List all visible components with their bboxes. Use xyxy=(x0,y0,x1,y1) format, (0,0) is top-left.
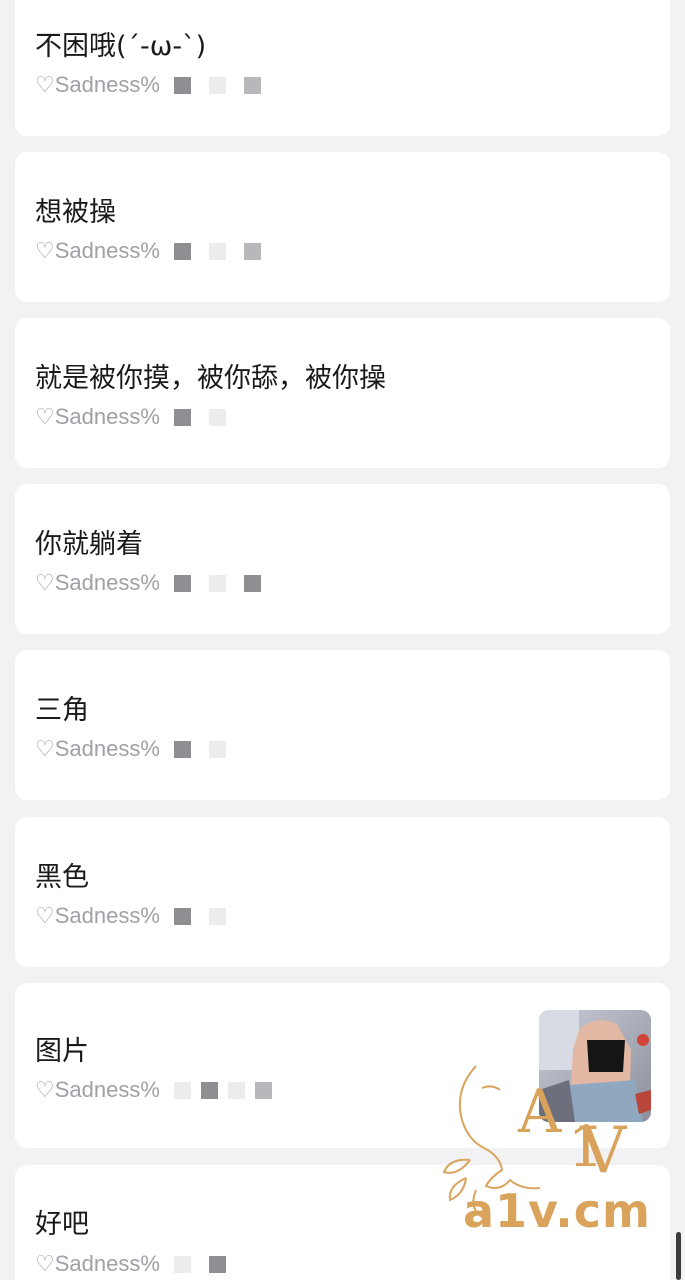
message-meta: ♡Sadness% xyxy=(35,1077,272,1103)
message-title: 三角 xyxy=(35,695,89,726)
message-meta: ♡Sadness% xyxy=(35,570,261,596)
message-card[interactable]: 黑色 ♡Sadness% xyxy=(15,817,670,967)
message-title: 你就躺着 xyxy=(35,529,143,560)
censored-mosaic xyxy=(173,574,261,592)
svg-text:V: V xyxy=(579,1114,628,1188)
censored-mosaic xyxy=(173,408,226,426)
author-name: ♡Sadness% xyxy=(35,736,160,761)
message-title: 不困哦(´-ω-`) xyxy=(35,31,207,62)
message-title: 图片 xyxy=(35,1036,89,1067)
author-name: ♡Sadness% xyxy=(35,238,160,263)
message-card[interactable]: 三角 ♡Sadness% xyxy=(15,650,670,800)
message-card[interactable]: 就是被你摸，被你舔，被你操 ♡Sadness% xyxy=(15,318,670,468)
message-list: 不困哦(´-ω-`) ♡Sadness% 想被操 ♡Sadness% 就是被你摸… xyxy=(0,0,685,1280)
message-meta: ♡Sadness% xyxy=(35,903,226,929)
message-card[interactable]: 你就躺着 ♡Sadness% xyxy=(15,484,670,634)
message-card[interactable]: 想被操 ♡Sadness% xyxy=(15,152,670,302)
message-title: 就是被你摸，被你舔，被你操 xyxy=(35,363,386,394)
author-name: ♡Sadness% xyxy=(35,570,160,595)
author-name: ♡Sadness% xyxy=(35,903,160,928)
message-title: 想被操 xyxy=(35,197,116,228)
censored-mosaic xyxy=(173,907,226,925)
message-title: 好吧 xyxy=(35,1209,89,1240)
censored-mosaic xyxy=(173,242,261,260)
censored-mosaic xyxy=(173,740,226,758)
message-meta: ♡Sadness% xyxy=(35,238,261,264)
author-name: ♡Sadness% xyxy=(35,72,160,97)
message-meta: ♡Sadness% xyxy=(35,1251,226,1277)
watermark-text: a1v.cm xyxy=(463,1184,651,1238)
scrollbar[interactable] xyxy=(676,1232,681,1280)
censored-mosaic xyxy=(173,76,261,94)
svg-text:A: A xyxy=(517,1077,562,1147)
censored-mosaic xyxy=(173,1081,272,1099)
message-meta: ♡Sadness% xyxy=(35,736,226,762)
author-name: ♡Sadness% xyxy=(35,404,160,429)
message-title: 黑色 xyxy=(35,862,89,893)
message-meta: ♡Sadness% xyxy=(35,72,261,98)
censored-mosaic xyxy=(173,1255,226,1273)
author-name: ♡Sadness% xyxy=(35,1251,160,1276)
author-name: ♡Sadness% xyxy=(35,1077,160,1102)
message-card[interactable]: 不困哦(´-ω-`) ♡Sadness% xyxy=(15,0,670,136)
message-meta: ♡Sadness% xyxy=(35,404,226,430)
